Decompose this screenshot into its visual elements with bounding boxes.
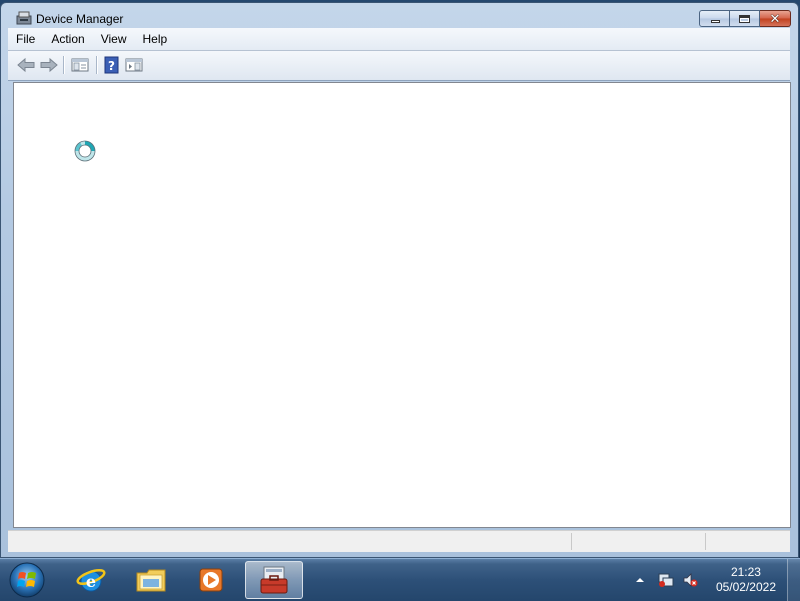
menu-file[interactable]: File: [8, 29, 43, 49]
media-player-icon: [199, 568, 223, 592]
toolbar-separator: [96, 56, 98, 74]
minimize-icon: [711, 20, 720, 23]
minimize-button[interactable]: [699, 10, 730, 27]
taskbar-device-manager[interactable]: [245, 561, 303, 599]
taskbar: e 21:23 05/02/2022: [0, 558, 800, 601]
status-pane: [705, 533, 706, 550]
status-bar: [8, 530, 790, 552]
taskbar-internet-explorer[interactable]: e: [62, 561, 120, 599]
show-desktop-button[interactable]: [787, 559, 800, 601]
status-pane: [571, 533, 572, 550]
clock-time: 21:23: [730, 565, 761, 579]
svg-text:e: e: [86, 572, 96, 591]
menu-action[interactable]: Action: [43, 29, 92, 49]
clock-date: 05/02/2022: [715, 580, 776, 594]
menu-help[interactable]: Help: [135, 29, 176, 49]
forward-arrow-icon[interactable]: [39, 56, 59, 74]
show-hide-console-tree-icon[interactable]: [70, 56, 90, 74]
menu-view[interactable]: View: [93, 29, 135, 49]
close-button[interactable]: ✕: [760, 10, 791, 27]
svg-text:?: ?: [108, 59, 115, 73]
show-hidden-icons-arrow[interactable]: [632, 572, 648, 588]
device-tree-pane[interactable]: [13, 82, 791, 528]
close-icon: ✕: [769, 11, 781, 26]
start-orb-icon[interactable]: [7, 561, 47, 599]
menu-bar: File Action View Help: [8, 28, 790, 51]
taskbar-windows-explorer[interactable]: [122, 561, 180, 599]
show-hide-action-pane-icon[interactable]: [124, 56, 144, 74]
network-icon[interactable]: [658, 572, 674, 588]
taskbar-media-player[interactable]: [182, 561, 240, 599]
maximize-icon: [739, 15, 750, 23]
internet-explorer-icon: e: [76, 569, 106, 592]
desktop: Device Manager ✕ File Action View Help ?…: [0, 0, 800, 601]
windows-explorer-icon: [136, 569, 166, 592]
caption-buttons: ✕: [699, 10, 791, 29]
device-manager-icon: [16, 11, 32, 25]
window-title: Device Manager: [36, 12, 124, 26]
busy-cursor: [74, 140, 96, 162]
toolbar-separator: [63, 56, 65, 74]
maximize-button[interactable]: [730, 10, 760, 27]
back-arrow-icon[interactable]: [16, 56, 36, 74]
toolbar: ?: [8, 51, 790, 81]
clock[interactable]: 21:23 05/02/2022: [716, 565, 776, 595]
notification-area: 21:23 05/02/2022: [620, 559, 800, 601]
volume-muted-icon[interactable]: [682, 572, 698, 588]
device-manager-task-icon: [260, 566, 288, 594]
help-icon[interactable]: ?: [102, 56, 122, 74]
